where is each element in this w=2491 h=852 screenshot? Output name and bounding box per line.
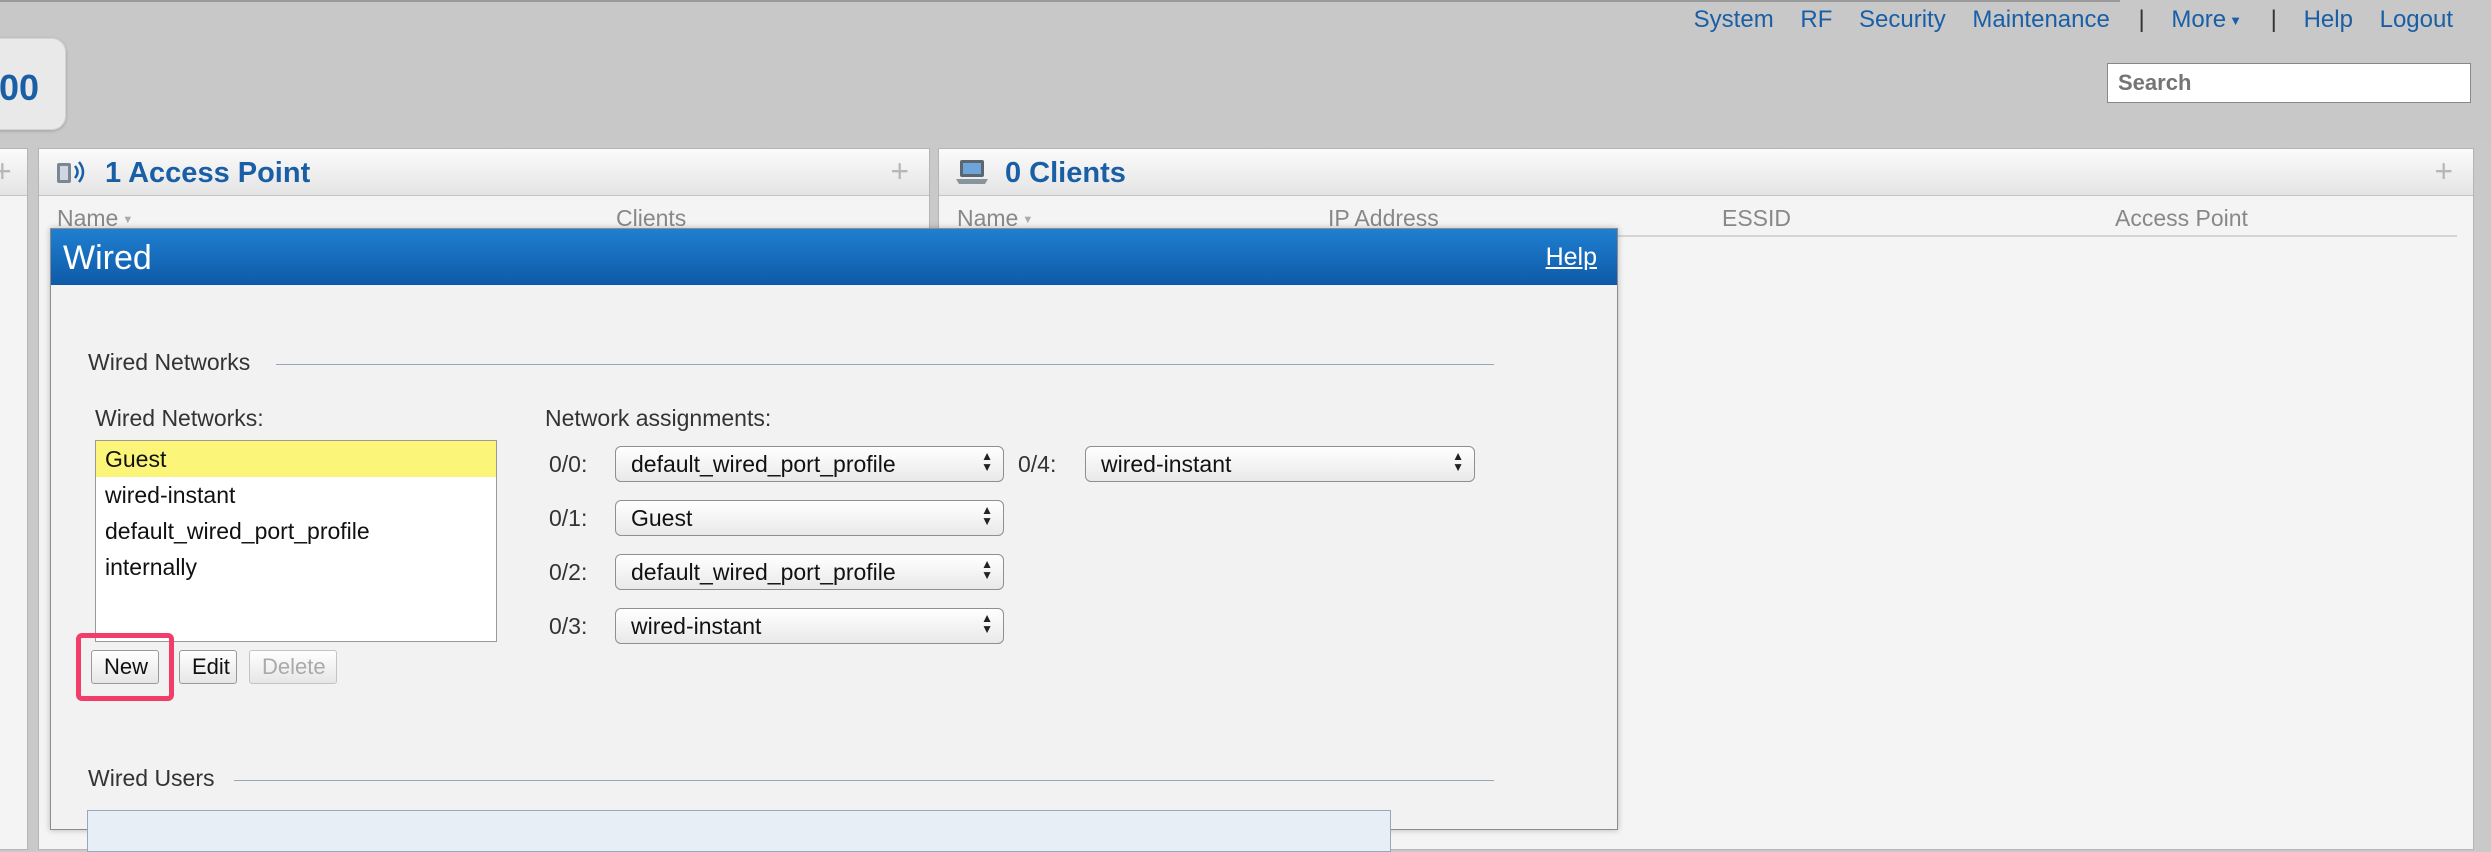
nav-more-label: More <box>2171 6 2227 33</box>
nav-security[interactable]: Security <box>1859 6 1946 34</box>
left-panel-header: + <box>0 149 27 196</box>
left-panel: + <box>0 148 28 850</box>
list-item[interactable]: default_wired_port_profile <box>96 513 496 549</box>
select-arrows-icon: ▲ ▼ <box>981 449 993 474</box>
search-input[interactable] <box>2107 63 2471 103</box>
sort-down-icon: ▼ <box>122 213 134 226</box>
section-divider <box>276 364 1494 365</box>
edit-network-button[interactable]: Edit <box>179 650 237 684</box>
wired-networks-label: Wired Networks: <box>95 405 264 431</box>
nav-help[interactable]: Help <box>2304 6 2353 34</box>
logo-badge: 00 <box>0 38 66 130</box>
wired-users-table <box>87 810 1391 852</box>
nav-logout[interactable]: Logout <box>2380 6 2453 34</box>
port-select-value: default_wired_port_profile <box>631 559 896 585</box>
wired-networks-section-title: Wired Networks <box>88 349 251 375</box>
clients-title: 0 Clients <box>1005 157 1126 189</box>
top-navigation: System RF Security Maintenance | More ▼ |… <box>1674 6 2453 34</box>
section-divider <box>234 780 1494 781</box>
wired-users-section-title: Wired Users <box>88 765 215 791</box>
add-access-point-icon[interactable]: + <box>890 153 909 190</box>
top-divider <box>0 0 2120 2</box>
logo-text: 00 <box>0 67 40 108</box>
port-0-0-select[interactable]: default_wired_port_profile ▲ ▼ <box>615 446 1004 482</box>
port-0-4-select[interactable]: wired-instant ▲ ▼ <box>1085 446 1475 482</box>
nav-separator: | <box>2138 6 2145 33</box>
clients-column-access-point[interactable]: Access Point <box>2115 205 2248 232</box>
port-0-1-select[interactable]: Guest ▲ ▼ <box>615 500 1004 536</box>
dialog-help-link[interactable]: Help <box>1546 243 1597 272</box>
port-label: 0/2: <box>549 559 588 585</box>
add-client-icon[interactable]: + <box>2434 153 2453 190</box>
delete-network-button[interactable]: Delete <box>249 650 337 684</box>
top-bar: 00 System RF Security Maintenance | More… <box>0 0 2491 140</box>
nav-more[interactable]: More ▼ <box>2171 6 2242 34</box>
port-label: 0/4: <box>1018 451 1057 477</box>
wired-networks-list[interactable]: Guest wired-instant default_wired_port_p… <box>95 440 497 642</box>
access-points-header: 1 Access Point + <box>39 149 929 196</box>
port-0-3-select[interactable]: wired-instant ▲ ▼ <box>615 608 1004 644</box>
left-panel-plus-icon[interactable]: + <box>0 153 12 190</box>
list-item[interactable]: Guest <box>96 441 496 477</box>
port-label: 0/1: <box>549 505 588 531</box>
nav-system[interactable]: System <box>1694 6 1774 34</box>
wired-dialog: Wired Help Wired Networks Wired Networks… <box>50 228 1618 852</box>
dialog-title: Wired <box>63 239 152 277</box>
port-select-value: wired-instant <box>1101 451 1232 477</box>
select-arrows-icon: ▲ ▼ <box>1452 449 1464 474</box>
nav-maintenance[interactable]: Maintenance <box>1972 6 2109 34</box>
nav-rf[interactable]: RF <box>1800 6 1832 34</box>
clients-header: 0 Clients + <box>939 149 2473 196</box>
port-label: 0/3: <box>549 613 588 639</box>
list-item[interactable]: wired-instant <box>96 477 496 513</box>
sort-down-icon: ▼ <box>1022 213 1034 226</box>
select-arrows-icon: ▲ ▼ <box>981 503 993 528</box>
port-select-value: default_wired_port_profile <box>631 451 896 477</box>
port-0-2-select[interactable]: default_wired_port_profile ▲ ▼ <box>615 554 1004 590</box>
access-points-title: 1 Access Point <box>105 157 311 189</box>
nav-separator: | <box>2270 6 2277 33</box>
port-label: 0/0: <box>549 451 588 477</box>
network-assignments-label: Network assignments: <box>545 405 772 431</box>
select-arrows-icon: ▲ ▼ <box>981 611 993 636</box>
access-point-icon <box>57 161 85 183</box>
new-network-button[interactable]: New <box>91 650 159 684</box>
select-arrows-icon: ▲ ▼ <box>981 557 993 582</box>
chevron-down-icon: ▼ <box>2229 13 2242 29</box>
port-select-value: wired-instant <box>631 613 762 639</box>
clients-column-essid[interactable]: ESSID <box>1722 205 1791 232</box>
dialog-header: Wired Help <box>51 229 1617 285</box>
laptop-icon <box>956 160 988 184</box>
port-select-value: Guest <box>631 505 693 531</box>
list-item[interactable]: internally <box>96 549 496 585</box>
